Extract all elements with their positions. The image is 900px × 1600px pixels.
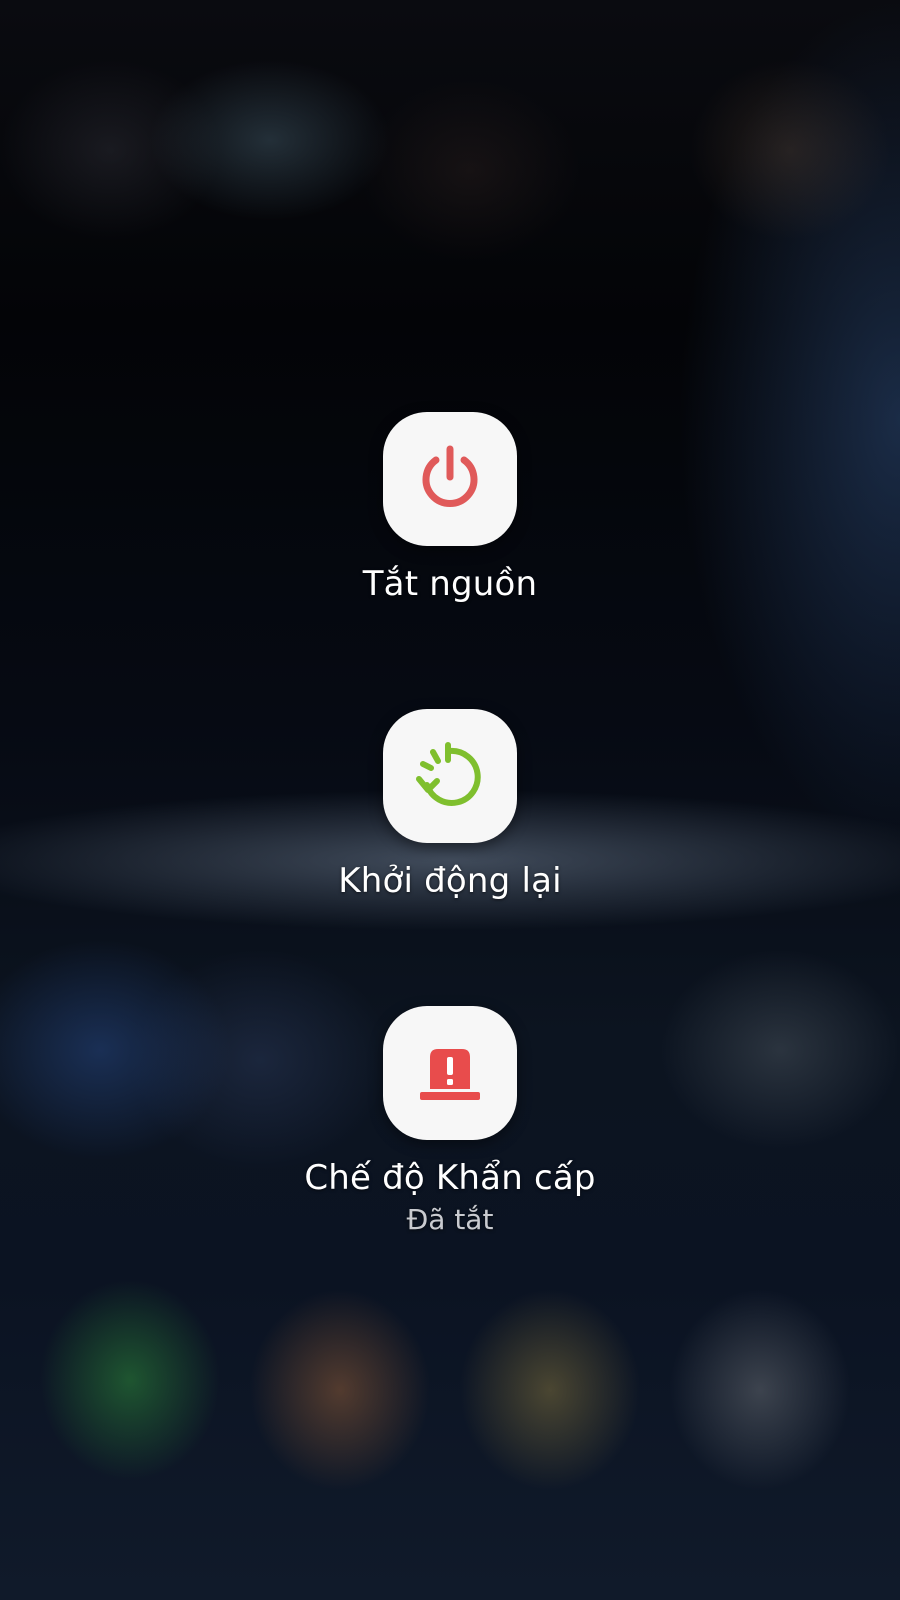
power-off-label: Tắt nguồn <box>362 564 538 604</box>
restart-option[interactable]: Khởi động lại <box>0 709 900 903</box>
emergency-mode-option[interactable]: Chế độ Khẩn cấp Đã tắt <box>0 1006 900 1238</box>
restart-icon <box>416 742 481 806</box>
emergency-mode-status: Đã tắt <box>406 1203 494 1236</box>
power-off-option[interactable]: Tắt nguồn <box>0 412 900 606</box>
emergency-siren-icon <box>420 1049 480 1100</box>
emergency-mode-label: Chế độ Khẩn cấp <box>304 1158 596 1198</box>
power-off-button[interactable] <box>383 412 517 546</box>
restart-button[interactable] <box>383 709 517 843</box>
power-icon <box>422 445 478 507</box>
restart-label: Khởi động lại <box>338 861 562 901</box>
emergency-mode-button[interactable] <box>383 1006 517 1140</box>
power-menu-screen: Tắt nguồn Khởi động lại Chế độ Khẩn cấp … <box>0 0 900 1600</box>
